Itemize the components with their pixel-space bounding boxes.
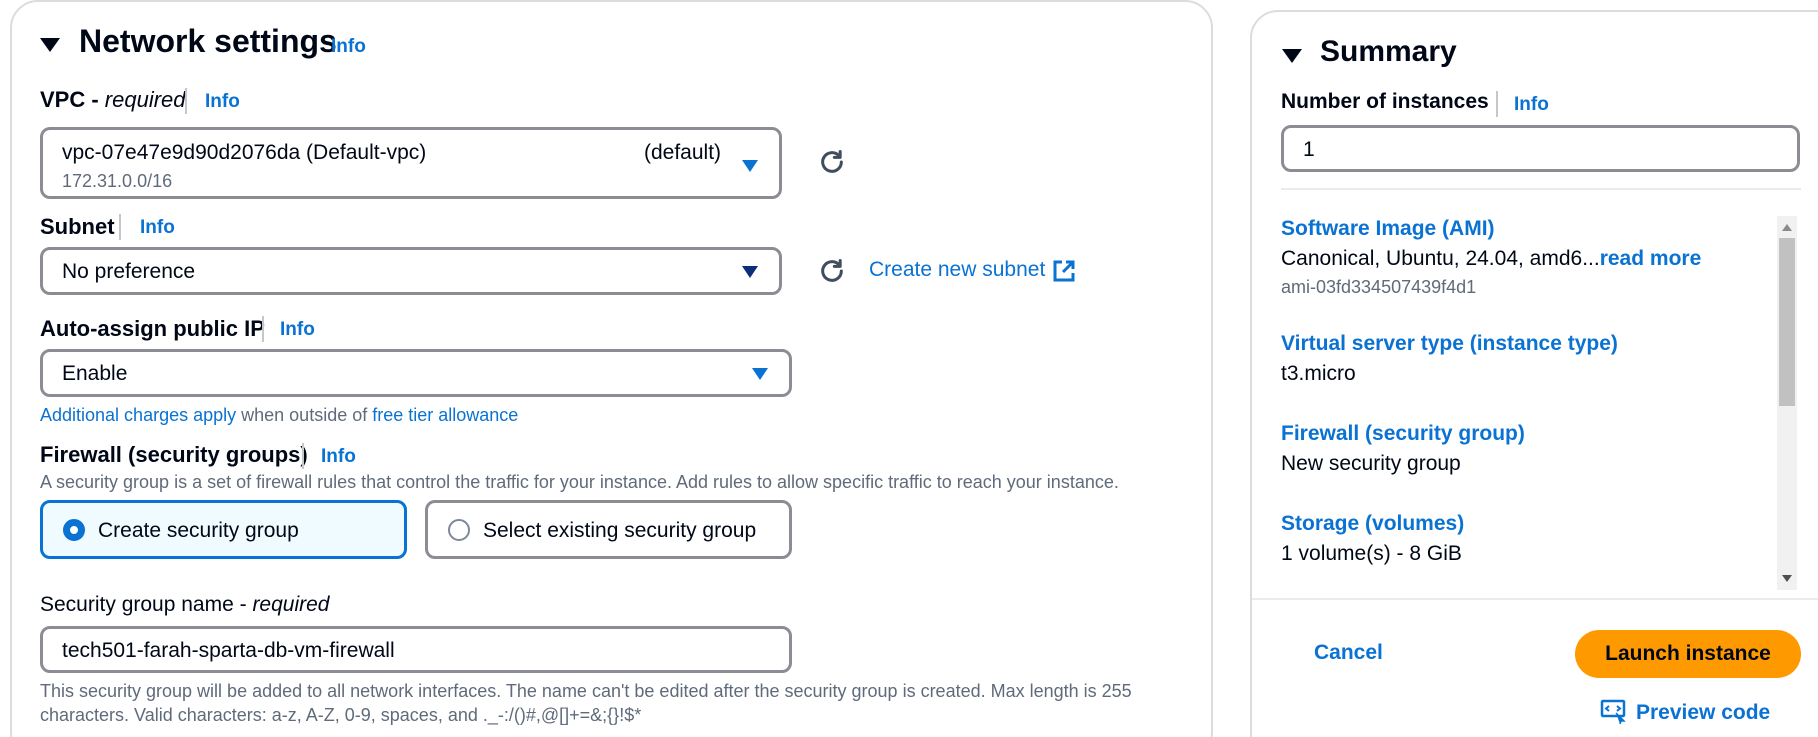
vpc-info-link[interactable]: Info: [205, 91, 240, 113]
public-ip-selected-value: Enable: [62, 362, 128, 385]
additional-charges-link[interactable]: Additional charges apply: [40, 405, 236, 425]
subnet-select[interactable]: No preference: [40, 247, 782, 295]
subnet-info-link[interactable]: Info: [140, 217, 175, 239]
select-existing-security-group-radio[interactable]: [448, 519, 470, 541]
vpc-label: VPC - required: [40, 87, 186, 112]
summary-instance-type-value: t3.micro: [1281, 362, 1356, 385]
summary-ami-id: ami-03fd334507439f4d1: [1281, 277, 1477, 297]
sg-name-help-line1: This security group will be added to all…: [40, 681, 1132, 701]
select-existing-security-group-label: Select existing security group: [483, 519, 757, 542]
cancel-button[interactable]: Cancel: [1314, 641, 1383, 665]
network-settings-info-link[interactable]: Info: [331, 36, 366, 58]
scrollbar-thumb[interactable]: [1779, 238, 1795, 406]
summary-instance-type-title[interactable]: Virtual server type (instance type): [1281, 332, 1618, 356]
launch-instance-button[interactable]: Launch instance: [1575, 630, 1801, 678]
summary-scrollbar[interactable]: [1777, 216, 1797, 590]
scroll-up-arrow-icon[interactable]: [1782, 224, 1792, 231]
create-security-group-label: Create security group: [98, 519, 299, 542]
summary-firewall-value: New security group: [1281, 452, 1461, 475]
vpc-default-tag: (default): [644, 141, 722, 164]
select-existing-security-group-tile[interactable]: Select existing security group: [425, 500, 792, 559]
divider: [1252, 598, 1818, 600]
firewall-label: Firewall (security groups): [40, 442, 308, 467]
public-ip-select[interactable]: Enable: [40, 349, 792, 397]
summary-storage-value: 1 volume(s) - 8 GiB: [1281, 542, 1462, 565]
free-tier-link[interactable]: free tier allowance: [372, 405, 518, 425]
divider: [119, 214, 121, 240]
refresh-subnet-icon[interactable]: [818, 257, 846, 285]
create-security-group-radio[interactable]: [63, 519, 85, 541]
summary-firewall-title[interactable]: Firewall (security group): [1281, 422, 1525, 446]
create-security-group-tile[interactable]: Create security group: [40, 500, 407, 559]
subnet-label: Subnet: [40, 214, 115, 239]
read-more-link[interactable]: read more: [1600, 247, 1702, 270]
summary-collapse-toggle[interactable]: [1282, 43, 1302, 69]
chevron-down-icon: [742, 160, 758, 172]
public-ip-info-link[interactable]: Info: [280, 319, 315, 341]
chevron-down-icon: [742, 266, 758, 278]
network-settings-title: Network settings: [79, 23, 337, 59]
firewall-info-link[interactable]: Info: [321, 446, 356, 468]
instances-input[interactable]: 1: [1281, 125, 1800, 172]
instances-value: 1: [1303, 138, 1315, 161]
chevron-down-icon: [752, 368, 768, 380]
sg-name-value: tech501-farah-sparta-db-vm-firewall: [62, 639, 395, 662]
create-new-subnet-link[interactable]: Create new subnet: [869, 258, 1045, 282]
instances-info-link[interactable]: Info: [1514, 94, 1549, 116]
divider: [1281, 188, 1801, 190]
caret-down-icon: [1282, 49, 1302, 63]
summary-ami-title[interactable]: Software Image (AMI): [1281, 217, 1495, 241]
vpc-select[interactable]: vpc-07e47e9d90d2076da (Default-vpc) (def…: [40, 127, 782, 199]
charges-note-text: when outside of: [236, 405, 373, 425]
sg-name-label: Security group name - required: [40, 593, 330, 616]
subnet-selected-value: No preference: [62, 260, 196, 283]
create-new-subnet-label: Create new subnet: [869, 258, 1046, 281]
sg-name-help-line2: characters. Valid characters: a-z, A-Z, …: [40, 705, 642, 725]
caret-down-icon: [40, 38, 60, 52]
summary-title: Summary: [1320, 35, 1457, 68]
public-ip-label: Auto-assign public IP: [40, 316, 265, 341]
instances-label: Number of instances: [1281, 90, 1489, 113]
divider: [262, 316, 264, 342]
refresh-vpc-icon[interactable]: [818, 148, 846, 176]
vpc-selected-value: vpc-07e47e9d90d2076da (Default-vpc): [62, 141, 427, 164]
divider: [302, 443, 304, 469]
divider: [185, 88, 187, 114]
charges-note: Additional charges apply when outside of…: [40, 405, 518, 426]
preview-code-icon: [1600, 699, 1628, 731]
vpc-cidr: 172.31.0.0/16: [62, 171, 173, 191]
divider: [1496, 91, 1498, 117]
external-link-icon[interactable]: [1052, 259, 1076, 289]
firewall-description: A security group is a set of firewall ru…: [40, 472, 1119, 492]
preview-code-link[interactable]: Preview code: [1636, 701, 1770, 725]
summary-ami-value: Canonical, Ubuntu, 24.04, amd6...read mo…: [1281, 247, 1702, 270]
network-settings-collapse-toggle[interactable]: [40, 32, 60, 58]
scroll-down-arrow-icon[interactable]: [1782, 575, 1792, 582]
summary-storage-title[interactable]: Storage (volumes): [1281, 512, 1464, 536]
sg-name-input[interactable]: tech501-farah-sparta-db-vm-firewall: [40, 626, 792, 673]
